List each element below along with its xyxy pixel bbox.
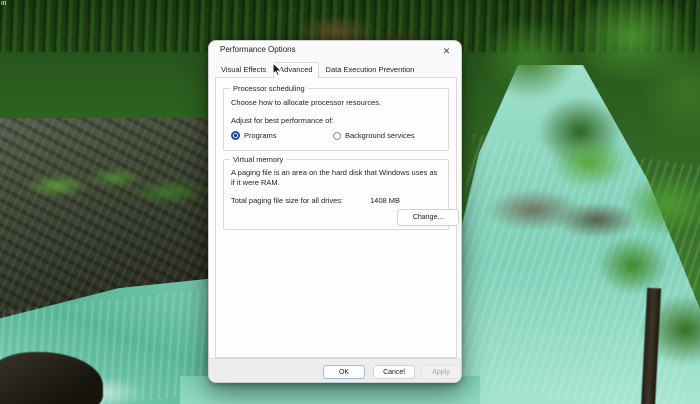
tab-visual-effects[interactable]: Visual Effects	[215, 62, 272, 77]
radio-background-services-label: Background services	[345, 131, 415, 140]
dialog-title: Performance Options	[220, 45, 296, 54]
radio-programs-label: Programs	[244, 131, 277, 140]
performance-radio-group: Programs Background services	[231, 131, 443, 143]
paging-file-description: A paging file is an area on the hard dis…	[231, 168, 439, 187]
change-button[interactable]: Change...	[397, 209, 459, 226]
processor-scheduling-group: Processor scheduling Choose how to alloc…	[223, 88, 449, 151]
radio-unselected-icon[interactable]	[333, 132, 341, 140]
wallpaper-moss	[8, 158, 203, 220]
radio-background-services[interactable]: Background services	[333, 131, 415, 140]
wallpaper-trees-right	[538, 118, 700, 364]
radio-selected-icon[interactable]	[231, 131, 240, 140]
paging-file-total-label: Total paging file size for all drives:	[231, 196, 343, 206]
tab-data-execution-prevention[interactable]: Data Execution Prevention	[320, 62, 421, 77]
ok-button[interactable]: OK	[323, 365, 365, 379]
radio-programs[interactable]: Programs	[231, 131, 277, 140]
tab-strip: Visual Effects Advanced Data Execution P…	[215, 61, 455, 77]
virtual-memory-group: Virtual memory A paging file is an area …	[223, 159, 449, 230]
group-legend: Virtual memory	[230, 155, 286, 164]
cancel-button[interactable]: Cancel	[373, 365, 415, 379]
paging-file-size-value: 1408 MB	[370, 196, 400, 206]
close-icon[interactable]: ✕	[439, 44, 454, 58]
adjust-performance-label: Adjust for best performance of:	[231, 116, 443, 126]
mouse-cursor	[272, 62, 284, 78]
processor-scheduling-description: Choose how to allocate processor resourc…	[231, 98, 443, 108]
advanced-tab-panel: Processor scheduling Choose how to alloc…	[215, 77, 457, 358]
dialog-footer: OK Cancel Apply	[209, 358, 462, 383]
apply-button: Apply	[421, 365, 461, 379]
performance-options-dialog: Performance Options ✕ Visual Effects Adv…	[208, 40, 462, 383]
group-legend: Processor scheduling	[230, 84, 308, 93]
corner-watermark: in	[1, 0, 6, 7]
